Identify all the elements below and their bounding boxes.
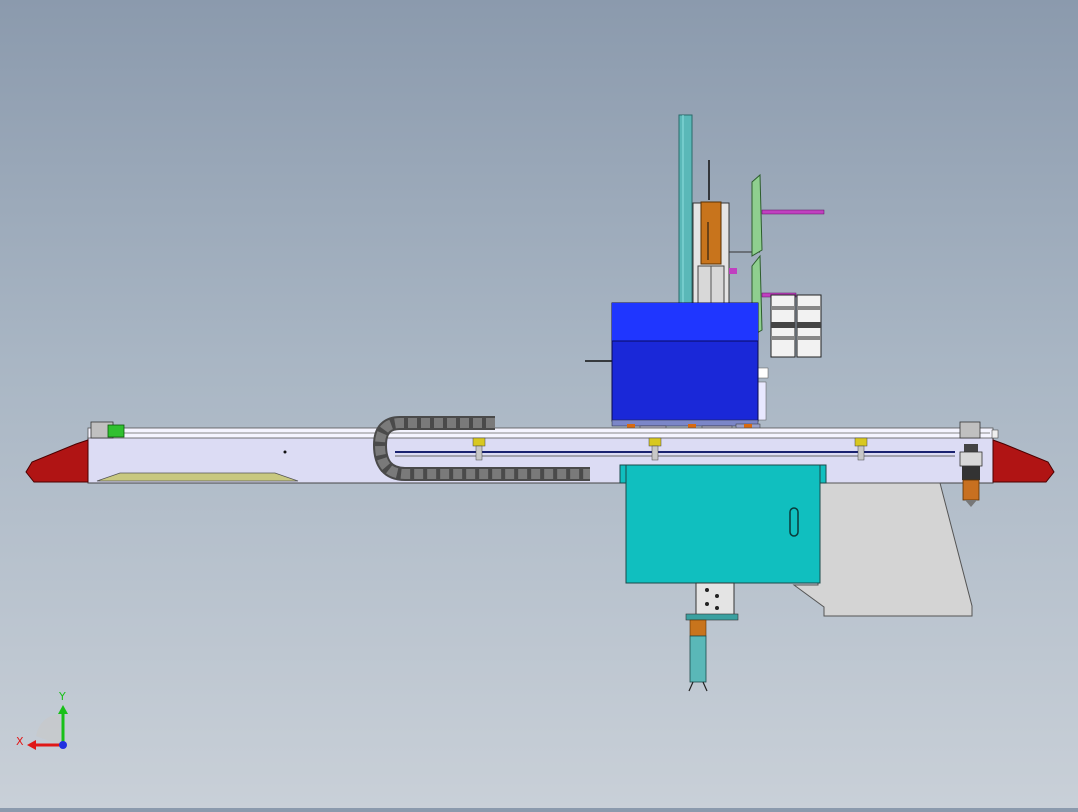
y-axis-label: Y	[58, 690, 66, 703]
control-cabinet	[619, 464, 827, 584]
pneumatic-cylinders	[770, 294, 822, 358]
model-canvas[interactable]: Y X	[0, 0, 1078, 808]
vertical-column	[678, 114, 693, 306]
z-axis-assembly	[692, 160, 760, 307]
end-cap-left	[25, 439, 89, 483]
motor-block	[700, 201, 722, 265]
end-cap-right	[992, 439, 1055, 483]
mounting-plate	[792, 482, 973, 617]
end-effector	[685, 582, 739, 692]
cad-viewport[interactable]: Y X	[0, 0, 1078, 808]
carriage-box	[585, 302, 759, 427]
x-axis-label: X	[16, 735, 24, 748]
z-axis-dot	[59, 741, 67, 749]
filter-regulator	[959, 444, 983, 507]
orientation-triad: Y X	[16, 690, 68, 750]
